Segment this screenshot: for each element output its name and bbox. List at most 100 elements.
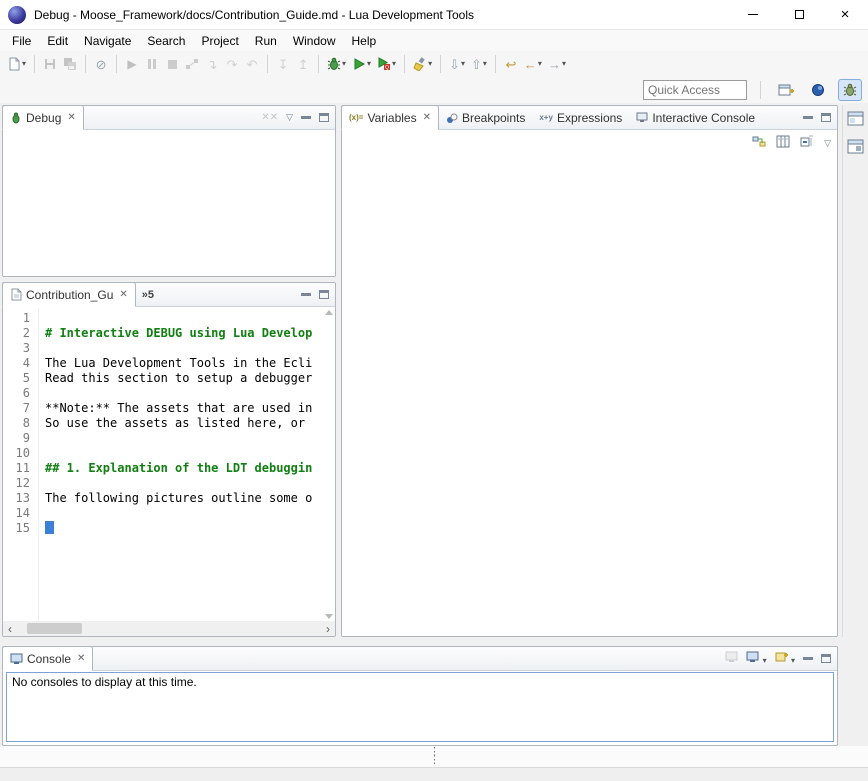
maximize-view-button[interactable] (821, 113, 831, 122)
skip-all-breakpoints-button[interactable]: ⊘ (91, 53, 111, 75)
new-wizard-button[interactable]: ▾ (4, 53, 29, 75)
step-return-icon: ↶ (247, 58, 258, 71)
skip-breakpoints-icon: ⊘ (96, 58, 107, 71)
step-return-button[interactable]: ↶ (242, 53, 262, 75)
scrollbar-thumb[interactable] (27, 623, 82, 634)
step-over-button[interactable]: ↷ (222, 53, 242, 75)
scroll-up-icon[interactable] (325, 310, 333, 315)
dropdown-icon: ▾ (791, 656, 795, 665)
view-menu-button[interactable]: ▽ (286, 112, 293, 123)
back-button[interactable]: ← ▾ (521, 53, 545, 75)
minimize-view-button[interactable] (301, 293, 311, 296)
line-number: 9 (3, 431, 30, 446)
variables-view: (x)= Variables ✕ Breakpoints x+y Express… (341, 105, 838, 637)
tab-label: Breakpoints (462, 111, 525, 125)
tab-expressions[interactable]: x+y Expressions (532, 106, 629, 129)
editor-tab-bar: Contribution_Gu ✕ »5 (3, 283, 335, 307)
search-button[interactable]: ▾ (410, 53, 435, 75)
drop-to-frame-button[interactable]: ↧ (273, 53, 293, 75)
line-number: 8 (3, 416, 30, 431)
resume-button[interactable]: ▶ (122, 53, 142, 75)
close-tab-icon[interactable]: ✕ (65, 112, 75, 123)
expressions-icon: x+y (539, 113, 553, 122)
menu-search[interactable]: Search (139, 32, 193, 50)
editor-overflow-chevron[interactable]: »5 (136, 289, 160, 301)
disconnect-button[interactable] (182, 53, 202, 75)
menu-run[interactable]: Run (247, 32, 285, 50)
show-logical-structure-button[interactable] (752, 135, 766, 151)
code-line: ## 1. Explanation of the LDT debuggin (45, 461, 322, 476)
menu-navigate[interactable]: Navigate (76, 32, 139, 50)
restore-outline-view-button[interactable] (847, 111, 864, 129)
use-step-filters-button[interactable]: ↥ (293, 53, 313, 75)
save-button[interactable] (40, 53, 60, 75)
menu-file[interactable]: File (4, 32, 39, 50)
close-tab-icon[interactable]: ✕ (75, 653, 85, 664)
maximize-view-button[interactable] (319, 113, 329, 122)
maximize-window-button[interactable] (776, 0, 822, 30)
tab-label: Variables (367, 111, 416, 125)
menu-project[interactable]: Project (193, 32, 246, 50)
minimize-view-button[interactable] (301, 116, 311, 119)
tab-breakpoints[interactable]: Breakpoints (439, 106, 532, 129)
view-menu-button[interactable]: ▽ (824, 138, 831, 149)
previous-annotation-button[interactable]: ⇧ ▾ (468, 53, 490, 75)
editor-body[interactable]: 123456789101112131415 # Interactive DEBU… (3, 308, 335, 621)
external-tools-icon: Q (377, 57, 391, 71)
maximize-view-button[interactable] (821, 654, 831, 663)
grip-dots-icon: ⋮ (429, 756, 440, 764)
scroll-right-icon[interactable]: › (321, 622, 335, 636)
tab-label: Interactive Console (652, 111, 755, 125)
debug-perspective-icon (843, 83, 857, 97)
menu-help[interactable]: Help (344, 32, 385, 50)
debug-perspective-button[interactable] (838, 79, 862, 101)
next-annotation-button[interactable]: ⇩ ▾ (446, 53, 468, 75)
restore-tasks-view-button[interactable] (847, 139, 864, 157)
display-console-button[interactable]: ▾ (746, 651, 766, 666)
code-line (45, 311, 322, 326)
close-tab-icon[interactable]: ✕ (117, 289, 127, 300)
external-tools-button[interactable]: Q ▾ (374, 53, 399, 75)
last-edit-location-button[interactable]: ↩ (501, 53, 521, 75)
close-window-button[interactable]: × (822, 0, 868, 30)
menu-edit[interactable]: Edit (39, 32, 76, 50)
line-number: 13 (3, 491, 30, 506)
run-button[interactable]: ▾ (349, 53, 374, 75)
save-all-button[interactable] (60, 53, 80, 75)
dropdown-icon: ▾ (367, 60, 371, 68)
show-columns-button[interactable] (776, 135, 790, 151)
debug-button[interactable]: ▾ (324, 53, 349, 75)
tab-console[interactable]: Console ✕ (2, 646, 93, 671)
minimize-window-button[interactable] (730, 0, 776, 30)
scroll-left-icon[interactable]: ‹ (3, 622, 17, 636)
open-perspective-button[interactable] (774, 79, 798, 101)
forward-button[interactable]: → ▾ (545, 53, 569, 75)
sash-grip[interactable]: ⋮⋮ (429, 748, 440, 764)
close-tab-icon[interactable]: ✕ (421, 112, 431, 123)
minimize-view-button[interactable] (803, 116, 813, 119)
collapse-all-button[interactable] (800, 135, 814, 151)
clear-console-button[interactable] (725, 651, 738, 666)
line-number: 15 (3, 521, 30, 536)
terminate-button[interactable] (162, 53, 182, 75)
step-into-button[interactable]: ↴ (202, 53, 222, 75)
tab-interactive-console[interactable]: Interactive Console (629, 106, 762, 129)
suspend-button[interactable] (142, 53, 162, 75)
minimize-view-button[interactable] (803, 657, 813, 660)
ldt-perspective-button[interactable] (806, 79, 830, 101)
menu-window[interactable]: Window (285, 32, 344, 50)
tab-variables[interactable]: (x)= Variables ✕ (341, 105, 439, 130)
editor-code[interactable]: # Interactive DEBUG using Lua DevelopThe… (39, 308, 322, 621)
remove-terminated-button[interactable]: ✕✕ (261, 112, 278, 123)
code-line: # Interactive DEBUG using Lua Develop (45, 326, 322, 341)
scroll-down-icon[interactable] (325, 614, 333, 619)
editor-horizontal-scrollbar[interactable]: ‹ › (3, 621, 335, 636)
scrollbar-track[interactable] (17, 621, 321, 636)
editor-vertical-scrollbar[interactable] (322, 308, 335, 621)
open-console-button[interactable]: ▾ (775, 651, 795, 666)
quick-access-input[interactable] (643, 80, 747, 100)
tab-contribution-guide[interactable]: Contribution_Gu ✕ (2, 282, 136, 307)
tab-debug[interactable]: Debug ✕ (2, 105, 84, 130)
console-content[interactable]: No consoles to display at this time. (6, 672, 834, 742)
maximize-view-button[interactable] (319, 290, 329, 299)
